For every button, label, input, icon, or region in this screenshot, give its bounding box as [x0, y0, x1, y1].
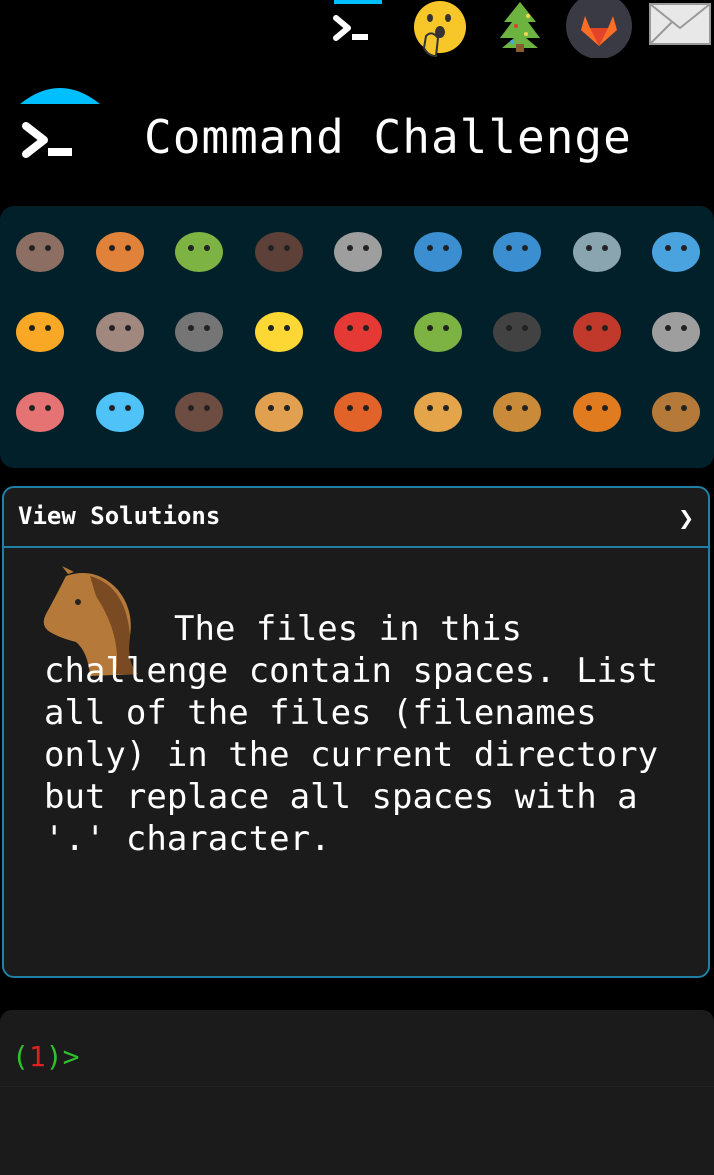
pufferfish-icon[interactable]	[88, 298, 152, 362]
snail-icon[interactable]	[8, 218, 72, 282]
cat-icon[interactable]	[406, 378, 470, 442]
caterpillar-icon[interactable]	[167, 218, 231, 282]
logo-terminal-icon[interactable]	[14, 84, 106, 176]
whale-icon[interactable]	[406, 218, 470, 282]
gitlab-icon[interactable]	[566, 0, 632, 58]
tiger-icon[interactable]	[565, 378, 629, 442]
spider-web-icon[interactable]	[326, 218, 390, 282]
cricket-icon[interactable]	[406, 298, 470, 362]
animal-grid	[0, 206, 714, 468]
view-solutions-toggle[interactable]: View Solutions ❯	[4, 488, 708, 548]
bee-icon[interactable]	[247, 298, 311, 362]
monkey-icon[interactable]	[167, 378, 231, 442]
microbe-icon[interactable]	[88, 378, 152, 442]
terminal-input-area[interactable]	[0, 1086, 714, 1175]
christmas-tree-icon[interactable]	[494, 0, 546, 52]
top-icon-bar	[0, 0, 714, 60]
terminal[interactable]: (1)>	[0, 1010, 714, 1175]
worm-icon[interactable]	[8, 378, 72, 442]
prompt-close: )>	[45, 1040, 80, 1073]
terminal-icon[interactable]	[330, 0, 386, 48]
wolf-icon[interactable]	[167, 298, 231, 362]
horse-icon[interactable]	[644, 378, 708, 442]
view-solutions-label: View Solutions	[18, 502, 221, 530]
fly-icon[interactable]	[644, 298, 708, 362]
butterfly-icon[interactable]	[88, 218, 152, 282]
scorpion-icon[interactable]	[565, 298, 629, 362]
chevron-right-icon: ❯	[678, 504, 694, 534]
spider-icon[interactable]	[485, 298, 549, 362]
page-title: Command Challenge	[144, 110, 632, 164]
shushing-face-icon[interactable]	[410, 0, 468, 58]
prompt-number: 1	[28, 1040, 46, 1073]
fish-icon[interactable]	[644, 218, 708, 282]
prompt-open: (	[12, 1040, 29, 1073]
shark-icon[interactable]	[565, 218, 629, 282]
dolphin-icon[interactable]	[485, 218, 549, 282]
terminal-prompt: (1)>	[12, 1040, 79, 1073]
tropical-fish-icon[interactable]	[8, 298, 72, 362]
fox-icon[interactable]	[326, 378, 390, 442]
ant-icon[interactable]	[247, 218, 311, 282]
dog-icon[interactable]	[247, 378, 311, 442]
challenge-panel: View Solutions ❯ The files in this chall…	[2, 486, 710, 978]
ladybug-icon[interactable]	[326, 298, 390, 362]
challenge-description: The files in this challenge contain spac…	[44, 609, 679, 859]
envelope-icon[interactable]	[646, 0, 714, 48]
lion-icon[interactable]	[485, 378, 549, 442]
